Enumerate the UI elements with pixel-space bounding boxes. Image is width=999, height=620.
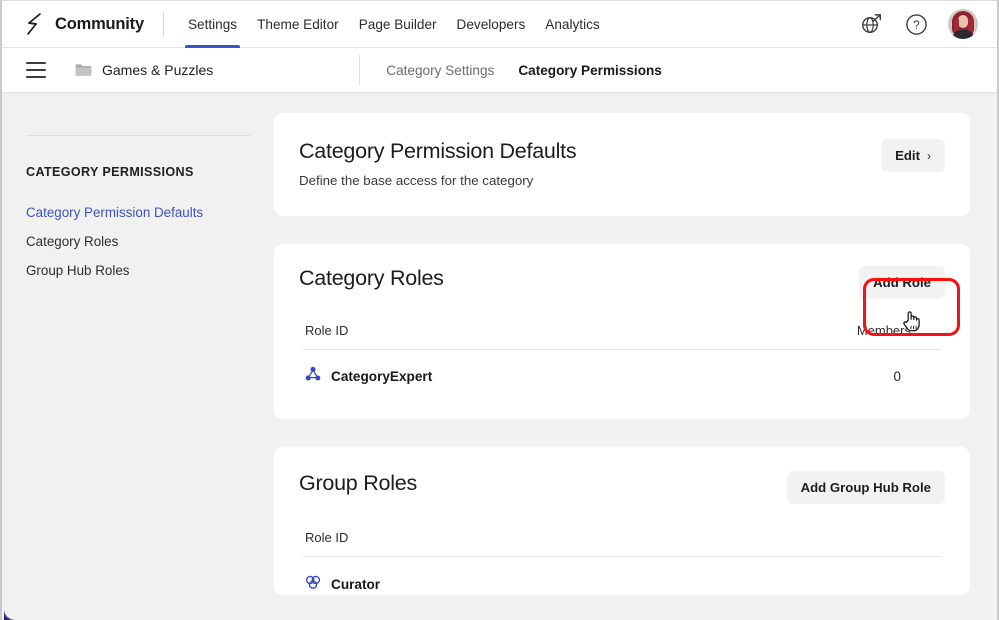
top-navigation-bar: Community Settings Theme Editor Page Bui… xyxy=(2,1,997,48)
card-header: Category Permission Defaults Define the … xyxy=(299,139,945,188)
edit-button[interactable]: Edit › xyxy=(881,139,945,172)
table-row[interactable]: CategoryExpert 0 xyxy=(299,350,945,387)
tab-page-builder[interactable]: Page Builder xyxy=(349,1,447,48)
brand-name: Community xyxy=(55,14,144,33)
chevron-right-icon: › xyxy=(927,148,931,163)
role-cell: Curator xyxy=(305,574,380,595)
avatar-body xyxy=(953,30,973,39)
tab-settings-label: Settings xyxy=(187,16,238,32)
help-question-icon[interactable]: ? xyxy=(903,11,929,37)
card-title-group-roles: Group Roles xyxy=(299,470,417,495)
settings-sidebar: CATEGORY PERMISSIONS Category Permission… xyxy=(2,93,274,620)
table-row[interactable]: Curator xyxy=(299,557,945,595)
card-spacer xyxy=(299,387,945,419)
role-network-icon xyxy=(305,366,321,387)
tab-theme-editor-label: Theme Editor xyxy=(257,16,339,32)
card-category-roles: Category Roles Add Role Role ID Members xyxy=(274,243,970,419)
card-header: Category Roles Add Role xyxy=(299,265,945,299)
column-header-members: Members xyxy=(856,322,911,338)
svg-text:?: ? xyxy=(913,20,919,32)
sub-tabs: Category Settings Category Permissions xyxy=(386,63,662,78)
top-nav-actions: ? xyxy=(858,9,997,39)
nav-divider xyxy=(162,11,164,37)
column-header-role-id: Role ID xyxy=(305,529,349,545)
card-subtitle: Define the base access for the category xyxy=(299,172,534,188)
role-cell: CategoryExpert xyxy=(305,366,432,387)
sidebar-section-title: CATEGORY PERMISSIONS xyxy=(26,165,194,179)
sidebar-item-category-permission-defaults[interactable]: Category Permission Defaults xyxy=(26,198,250,227)
primary-tabs: Settings Theme Editor Page Builder Devel… xyxy=(178,1,610,48)
tab-theme-editor[interactable]: Theme Editor xyxy=(247,1,349,48)
page-title: Category Permission Defaults xyxy=(299,139,577,163)
tab-category-settings[interactable]: Category Settings xyxy=(386,63,494,78)
card-category-permission-defaults: Category Permission Defaults Define the … xyxy=(274,113,970,216)
card-title-category-roles: Category Roles xyxy=(299,265,444,290)
column-header-role-id: Role ID xyxy=(305,322,349,338)
add-role-button-label: Add Role xyxy=(873,274,931,290)
tab-page-builder-label: Page Builder xyxy=(358,16,437,32)
sidebar-divider xyxy=(26,135,250,136)
table-header: Role ID Members xyxy=(299,323,945,338)
avatar-face xyxy=(958,15,968,28)
browser-viewport: Community Settings Theme Editor Page Bui… xyxy=(0,0,999,620)
tab-developers-label: Developers xyxy=(456,16,526,32)
add-group-hub-role-button-label: Add Group Hub Role xyxy=(800,479,931,495)
table-header: Role ID xyxy=(299,530,945,545)
tab-settings[interactable]: Settings xyxy=(178,1,247,48)
subnav-divider xyxy=(359,55,361,85)
role-group-icon xyxy=(305,574,321,595)
card-group-roles: Group Roles Add Group Hub Role Role ID C… xyxy=(274,446,970,595)
breadcrumb[interactable]: Games & Puzzles xyxy=(102,62,213,78)
role-name: CategoryExpert xyxy=(331,368,433,384)
sub-navigation-bar: Games & Puzzles Category Settings Catego… xyxy=(2,48,997,93)
globe-external-link-icon[interactable] xyxy=(858,11,884,37)
role-member-count: 0 xyxy=(893,368,901,384)
tab-category-permissions[interactable]: Category Permissions xyxy=(518,63,662,78)
edit-button-label: Edit xyxy=(895,148,920,163)
tab-developers[interactable]: Developers xyxy=(447,1,536,48)
add-group-hub-role-button[interactable]: Add Group Hub Role xyxy=(786,470,945,504)
hamburger-menu-icon[interactable] xyxy=(26,62,46,78)
tab-analytics-label: Analytics xyxy=(545,16,600,32)
add-role-button[interactable]: Add Role xyxy=(859,265,945,299)
sidebar-item-group-hub-roles[interactable]: Group Hub Roles xyxy=(26,256,250,285)
page-content: CATEGORY PERMISSIONS Category Permission… xyxy=(2,93,997,620)
role-name: Curator xyxy=(331,576,381,592)
user-avatar[interactable] xyxy=(948,9,978,39)
card-header: Group Roles Add Group Hub Role xyxy=(299,470,945,504)
main-panel: Category Permission Defaults Define the … xyxy=(274,93,997,620)
sidebar-item-category-roles[interactable]: Category Roles xyxy=(26,227,250,256)
card-spacer xyxy=(299,188,945,216)
folder-icon xyxy=(75,63,92,77)
community-logo-icon[interactable] xyxy=(24,12,46,36)
tab-analytics[interactable]: Analytics xyxy=(535,1,609,48)
